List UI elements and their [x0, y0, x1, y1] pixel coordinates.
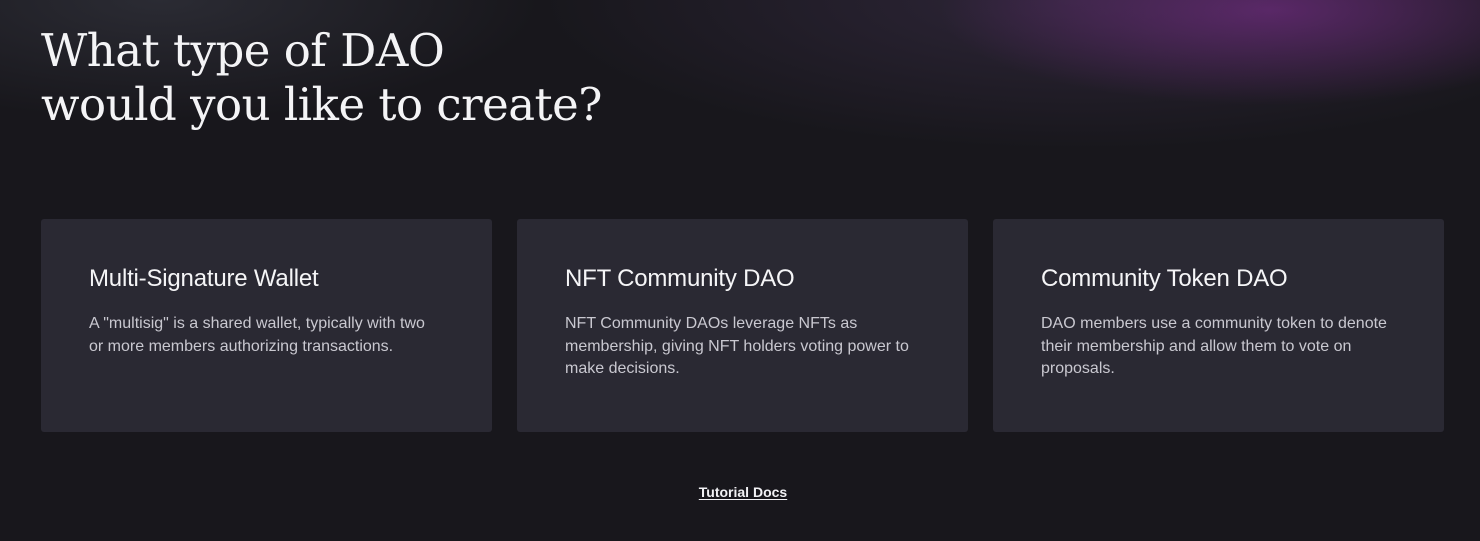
page-title-line-1: What type of DAO	[41, 24, 445, 77]
card-description: NFT Community DAOs leverage NFTs as memb…	[565, 315, 909, 377]
card-description: A "multisig" is a shared wallet, typical…	[89, 315, 425, 355]
card-community-token-dao[interactable]: Community Token DAO DAO members use a co…	[993, 219, 1444, 432]
card-multisig-wallet[interactable]: Multi-Signature Wallet A "multisig" is a…	[41, 219, 492, 432]
page-title-line-2: would you like to create?	[41, 78, 602, 131]
card-title: Multi-Signature Wallet	[89, 265, 319, 292]
card-title: Community Token DAO	[1041, 265, 1288, 292]
card-nft-community-dao[interactable]: NFT Community DAO NFT Community DAOs lev…	[517, 219, 968, 432]
tutorial-docs-link-row: Tutorial Docs	[0, 483, 1480, 501]
dao-type-cards: Multi-Signature Wallet A "multisig" is a…	[41, 219, 1444, 432]
page-title: What type of DAO would you like to creat…	[41, 24, 602, 132]
card-title: NFT Community DAO	[565, 265, 795, 292]
card-description: DAO members use a community token to den…	[1041, 315, 1387, 377]
tutorial-docs-link[interactable]: Tutorial Docs	[699, 484, 787, 500]
